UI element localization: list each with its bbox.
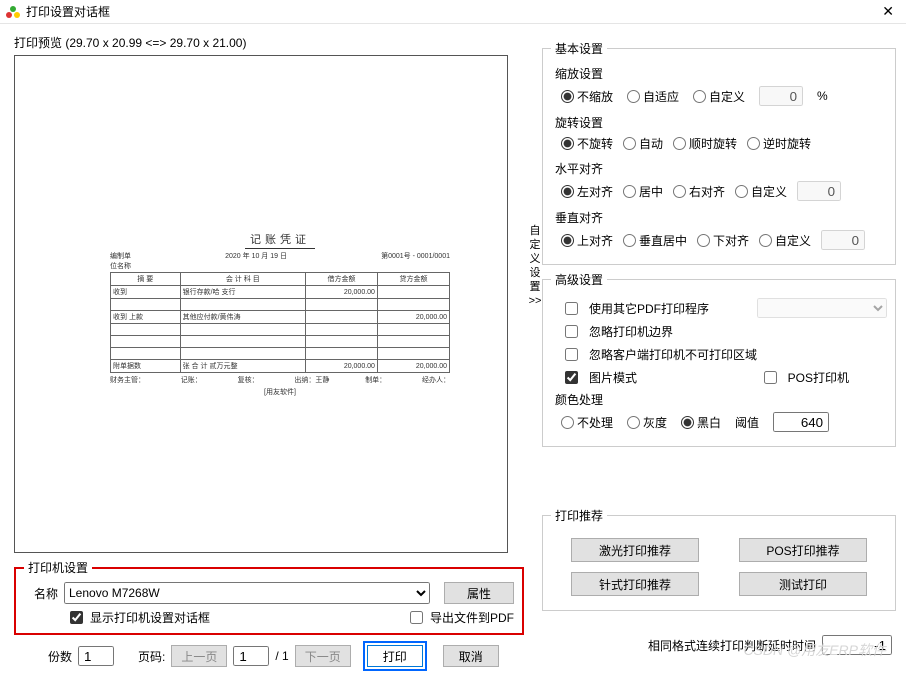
bottom-toolbar: 份数 页码: 上一页 / 1 下一页 打印 取消 (14, 641, 524, 671)
delay-setting: 相同格式连续打印判断延时时间 (532, 635, 896, 655)
show-dialog-label: 显示打印机设置对话框 (90, 609, 210, 626)
scale-none-radio[interactable] (561, 90, 574, 103)
ignore-margin-checkbox[interactable] (565, 325, 578, 338)
voucher-table: 摘 要会 计 科 目借方金额贷方金额 收到银行存款/哈 支行20,000.00 … (110, 272, 450, 373)
color-bw-radio[interactable] (681, 416, 694, 429)
print-button[interactable]: 打印 (367, 645, 423, 667)
valign-custom-radio[interactable] (759, 234, 772, 247)
voucher-prep: 编制单位名称 (110, 251, 131, 271)
printer-name-label: 名称 (24, 585, 58, 602)
valign-bottom-radio[interactable] (697, 234, 710, 247)
printer-legend: 打印机设置 (24, 559, 92, 576)
pos-printer-checkbox[interactable] (764, 371, 777, 384)
left-panel: 打印预览 (29.70 x 20.99 <=> 29.70 x 21.00) 记… (14, 34, 524, 671)
printer-select[interactable]: Lenovo M7268W (64, 582, 430, 604)
valign-center-radio[interactable] (623, 234, 636, 247)
export-pdf-checkbox[interactable] (410, 611, 423, 624)
advanced-settings-group: 高级设置 使用其它PDF打印程序 忽略打印机边界 忽略客户端打印机不可打印区域 … (542, 271, 896, 447)
show-dialog-checkbox[interactable] (70, 611, 83, 624)
threshold-input[interactable] (773, 412, 829, 432)
prev-page-button[interactable]: 上一页 (171, 645, 227, 667)
rotate-auto-radio[interactable] (623, 137, 636, 150)
use-other-pdf-checkbox[interactable] (565, 302, 578, 315)
rotate-ccw-radio[interactable] (747, 137, 760, 150)
custom-settings-toggle[interactable]: 自定义设置>> (528, 224, 542, 308)
close-icon[interactable]: ✕ (876, 3, 900, 20)
pos-recommend-button[interactable]: POS打印推荐 (739, 538, 867, 562)
page-input[interactable] (233, 646, 269, 666)
right-panel: 自定义设置>> 基本设置 缩放设置 不缩放 自适应 自定义 % 旋转设置 不旋转… (532, 34, 896, 671)
window-title: 打印设置对话框 (26, 3, 876, 20)
valign-value-input[interactable] (821, 230, 865, 250)
rotate-cw-radio[interactable] (673, 137, 686, 150)
voucher-document: 记账凭证 编制单位名称 2020 年 10 月 19 日 第0001号 - 00… (110, 231, 450, 401)
valign-top-radio[interactable] (561, 234, 574, 247)
voucher-no: 第0001号 - 0001/0001 (381, 251, 450, 271)
page-label: 页码: (138, 648, 165, 665)
ignore-unprintable-checkbox[interactable] (565, 348, 578, 361)
scale-fit-radio[interactable] (627, 90, 640, 103)
preview-label: 打印预览 (29.70 x 20.99 <=> 29.70 x 21.00) (14, 34, 524, 51)
test-print-button[interactable]: 测试打印 (739, 572, 867, 596)
export-pdf-label: 导出文件到PDF (430, 609, 514, 626)
print-preview: 记账凭证 编制单位名称 2020 年 10 月 19 日 第0001号 - 00… (14, 55, 508, 553)
copies-input[interactable] (78, 646, 114, 666)
voucher-date: 2020 年 10 月 19 日 (225, 251, 287, 271)
halign-right-radio[interactable] (673, 185, 686, 198)
basic-settings-group: 基本设置 缩放设置 不缩放 自适应 自定义 % 旋转设置 不旋转 自动 顺时旋转… (542, 40, 896, 265)
halign-left-radio[interactable] (561, 185, 574, 198)
scale-value-input[interactable] (759, 86, 803, 106)
printer-settings-group: 打印机设置 名称 Lenovo M7268W 属性 显示打印机设置对话框 导出文… (14, 559, 524, 635)
image-mode-checkbox[interactable] (565, 371, 578, 384)
titlebar: 打印设置对话框 ✕ (0, 0, 906, 24)
print-recommend-group: 打印推荐 激光打印推荐 POS打印推荐 针式打印推荐 测试打印 (542, 507, 896, 611)
halign-value-input[interactable] (797, 181, 841, 201)
color-gray-radio[interactable] (627, 416, 640, 429)
halign-center-radio[interactable] (623, 185, 636, 198)
app-icon (6, 5, 20, 19)
laser-recommend-button[interactable]: 激光打印推荐 (571, 538, 699, 562)
copies-label: 份数 (48, 648, 72, 665)
voucher-title: 记账凭证 (245, 231, 315, 249)
next-page-button[interactable]: 下一页 (295, 645, 351, 667)
properties-button[interactable]: 属性 (444, 582, 514, 604)
rotate-none-radio[interactable] (561, 137, 574, 150)
cancel-button[interactable]: 取消 (443, 645, 499, 667)
pdf-program-select[interactable] (757, 298, 887, 318)
halign-custom-radio[interactable] (735, 185, 748, 198)
needle-recommend-button[interactable]: 针式打印推荐 (571, 572, 699, 596)
page-total: / 1 (275, 649, 288, 663)
color-none-radio[interactable] (561, 416, 574, 429)
delay-input[interactable] (822, 635, 892, 655)
scale-custom-radio[interactable] (693, 90, 706, 103)
